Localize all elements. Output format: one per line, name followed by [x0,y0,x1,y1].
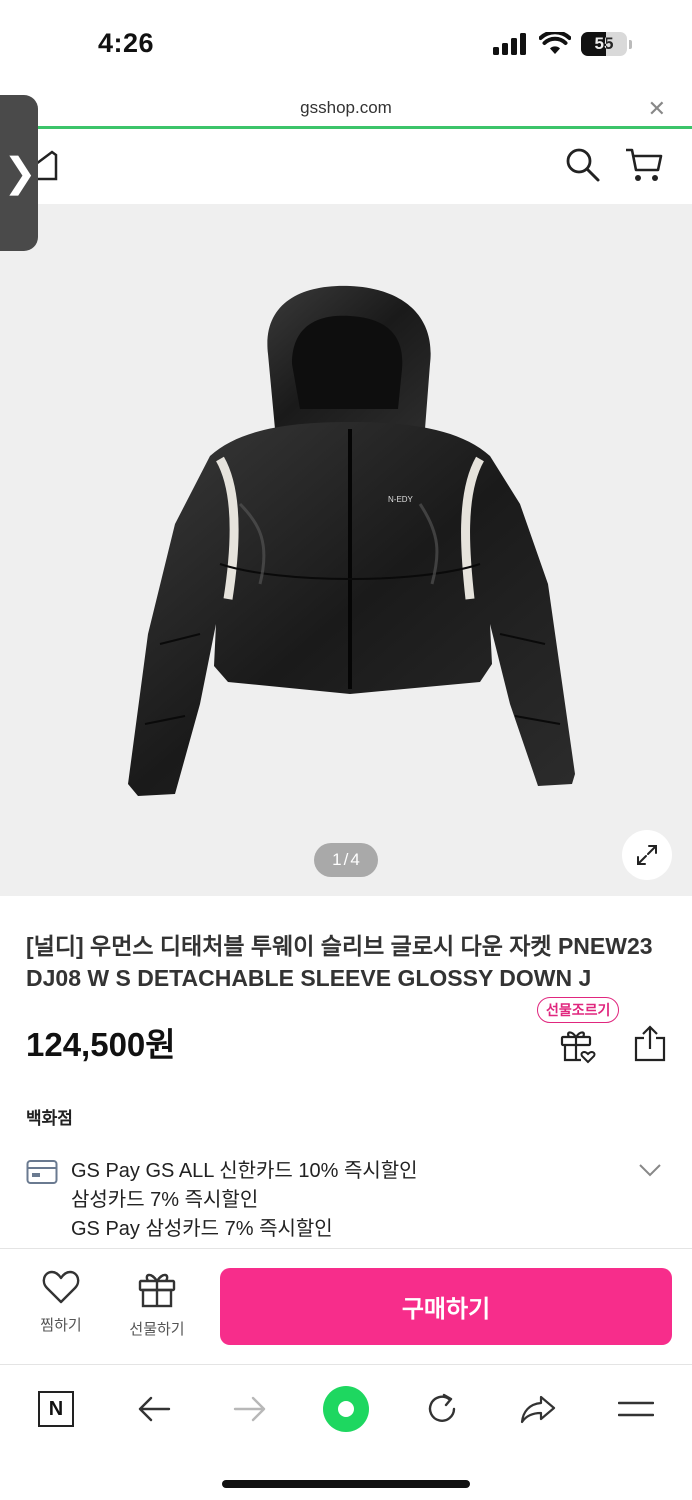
product-price: 124,500원 [26,1026,176,1063]
green-home-button[interactable] [322,1385,370,1433]
credit-card-icon [26,1160,58,1184]
search-icon[interactable] [564,146,602,184]
naver-n-label: N [48,1397,64,1420]
back-button[interactable] [130,1385,178,1433]
forward-arrow-icon [233,1396,266,1422]
gift-icon [138,1273,176,1308]
refresh-button[interactable] [418,1385,466,1433]
forward-button[interactable] [226,1385,274,1433]
expand-icon [637,845,657,865]
battery-indicator: 55 [581,32,627,56]
chevron-down-icon[interactable] [638,1163,662,1177]
heart-icon [42,1270,80,1304]
side-panel-tab[interactable]: ❯ [0,95,38,251]
wish-button[interactable]: 찜하기 [26,1269,96,1335]
menu-button[interactable] [612,1385,660,1433]
menu-icon [618,1401,654,1417]
image-counter-separator: / [343,850,349,869]
buy-button[interactable]: 구매하기 [220,1268,672,1345]
product-image[interactable]: N-EDY 1 / 4 [0,204,692,896]
home-indicator [222,1480,470,1488]
site-header [0,130,692,204]
promotion-line: 삼성카드 7% 즉시할인 [71,1189,259,1211]
status-bar: 4:26 55 [0,0,692,92]
chevron-right-icon: ❯ [3,151,37,195]
green-home-icon [323,1386,369,1432]
image-counter: 1 / 4 [314,843,378,877]
expand-image-button[interactable] [622,830,672,880]
jacket-logo: N-EDY [388,495,414,504]
product-title: [널디] 우먼스 디태처블 투웨이 슬리브 글로시 다운 자켓 PNEW23 D… [26,933,653,991]
wish-label: 찜하기 [40,1317,82,1334]
share-icon[interactable] [632,1024,668,1064]
card-promotion-list: GS Pay GS ALL 신한카드 10% 즉시할인 삼성카드 7% 즉시할인… [71,1157,418,1244]
naver-button[interactable]: N [32,1385,80,1433]
cart-icon[interactable] [624,146,664,184]
battery-percent: 55 [594,34,614,53]
close-icon[interactable]: ✕ [648,96,666,122]
image-counter-total: 4 [350,850,360,869]
back-arrow-icon [138,1396,171,1422]
page-load-progress [38,126,692,129]
promotion-line: GS Pay 삼성카드 7% 즉시할인 [71,1218,333,1240]
url-text[interactable]: gsshop.com [0,98,692,118]
gift-request-icon[interactable] [559,1026,597,1064]
share-arrow-icon [520,1395,556,1424]
promotion-line: GS Pay GS ALL 신한카드 10% 즉시할인 [71,1160,418,1182]
gift-button[interactable]: 선물하기 [122,1269,192,1339]
gift-request-badge[interactable]: 선물조르기 [537,997,620,1023]
jacket-image: N-EDY [128,285,575,796]
gift-label: 선물하기 [129,1321,185,1338]
url-bar[interactable]: gsshop.com ✕ [0,92,692,130]
status-time: 4:26 [98,28,155,58]
store-type-label: 백화점 [26,1109,73,1128]
image-counter-current: 1 [332,850,342,869]
share-page-button[interactable] [514,1385,562,1433]
refresh-icon [428,1393,456,1422]
browser-toolbar: N [0,1364,692,1500]
signal-icon [493,33,526,55]
naver-n-icon: N [38,1391,74,1427]
purchase-action-bar: 찜하기 선물하기 구매하기 [0,1249,692,1363]
wifi-icon [539,32,571,54]
status-icons: 55 [493,32,632,56]
